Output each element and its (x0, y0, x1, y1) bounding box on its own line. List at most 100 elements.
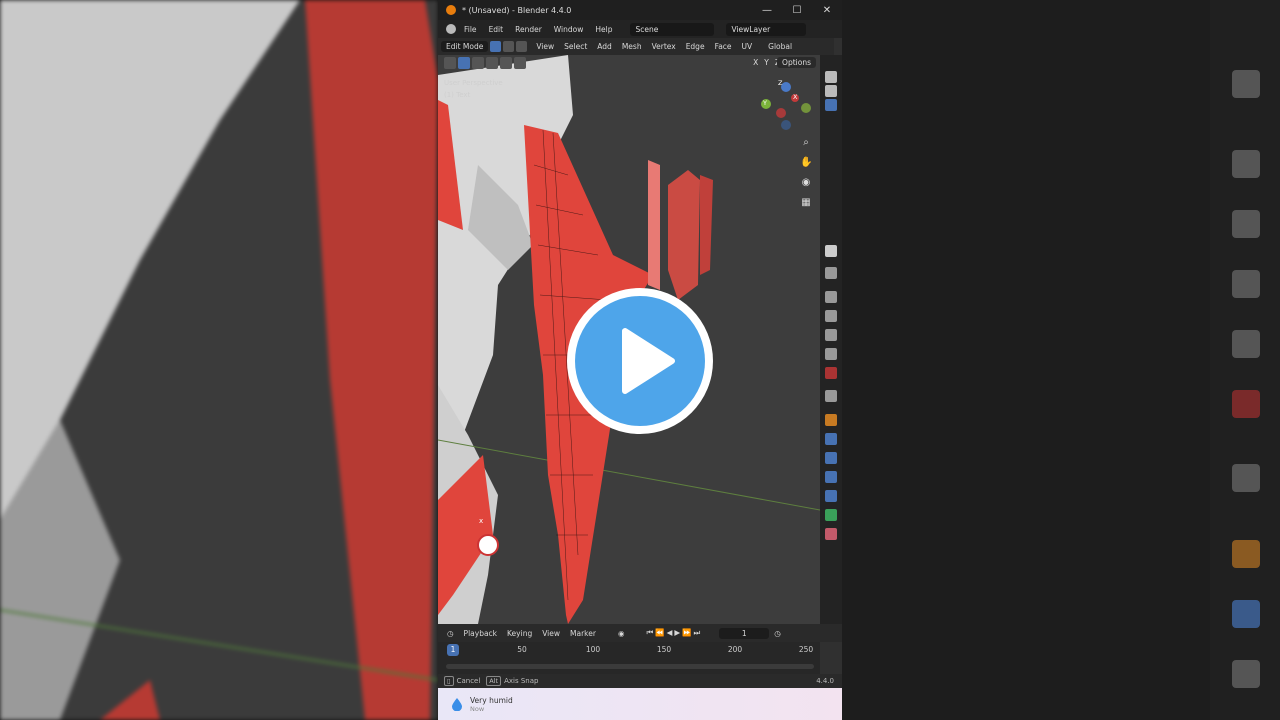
timeline-tick: 200 (727, 645, 743, 654)
face-select-icon[interactable] (516, 41, 528, 52)
vertex-select-icon[interactable] (490, 41, 502, 52)
select-box-icon[interactable] (458, 57, 470, 69)
menu-file[interactable]: File (458, 25, 483, 34)
tool-settings-icon[interactable] (825, 267, 837, 279)
world-properties-icon[interactable] (825, 367, 837, 379)
material-properties-icon[interactable] (825, 528, 837, 540)
blender-menu-icon[interactable] (446, 24, 456, 34)
camera-view-icon[interactable]: ◉ (800, 177, 812, 189)
view-layer-selector[interactable]: ViewLayer (726, 22, 807, 36)
render-properties-icon[interactable] (825, 291, 837, 303)
constraints-properties-icon[interactable] (825, 490, 837, 502)
minimize-button[interactable]: — (752, 5, 782, 16)
timeline-scrollbar[interactable] (446, 664, 814, 669)
notification-title: Very humid (470, 695, 513, 705)
weather-notification[interactable]: Very humid Now (438, 688, 842, 720)
transform-orientation-dropdown[interactable]: Global (763, 42, 797, 51)
scene-label: Scene (635, 24, 659, 34)
status-bar: ▯ Cancel Alt Axis Snap 4.4.0 (438, 674, 842, 688)
select-invert-icon[interactable] (500, 57, 512, 69)
auto-keying-icon[interactable]: ◉ (613, 629, 630, 638)
maximize-button[interactable]: ☐ (782, 5, 812, 16)
gizmo-x-label: X (793, 93, 798, 101)
view-layer-properties-icon[interactable] (825, 329, 837, 341)
render-icon (1232, 150, 1260, 178)
status-cancel: Cancel (456, 677, 481, 685)
menu-uv[interactable]: UV (737, 42, 758, 51)
menu-window[interactable]: Window (548, 25, 590, 34)
menu-mesh[interactable]: Mesh (617, 42, 647, 51)
title-bar: * (Unsaved) - Blender 4.4.0 — ☐ ✕ (438, 0, 842, 20)
output-icon (1232, 210, 1260, 238)
select-tool-icon[interactable] (444, 57, 456, 69)
mouse-key-icon: ▯ (444, 676, 454, 686)
view-layer-icon (1232, 270, 1260, 298)
screen: * (Unsaved) - Blender 4.4.0 — ☐ ✕ File E… (0, 0, 1280, 720)
collection-properties-icon[interactable] (825, 390, 837, 402)
menu-vertex[interactable]: Vertex (647, 42, 681, 51)
physics-properties-icon[interactable] (825, 471, 837, 483)
timeline-tick: 250 (798, 645, 814, 654)
camera-icon[interactable] (825, 71, 837, 83)
timeline-tick: 150 (656, 645, 672, 654)
play-button-circle (575, 296, 705, 426)
properties-toggle-icon[interactable] (825, 245, 837, 257)
gizmo-z-label: Z (778, 79, 783, 87)
display-icon[interactable] (825, 99, 837, 111)
menu-face[interactable]: Face (710, 42, 737, 51)
data-properties-icon[interactable] (825, 509, 837, 521)
scene-icon (1232, 330, 1260, 358)
view-layer-label: ViewLayer (731, 24, 771, 34)
video-play-button[interactable] (567, 288, 713, 434)
close-button[interactable]: ✕ (812, 5, 842, 16)
menu-timeline-view[interactable]: View (537, 629, 565, 638)
zoom-icon[interactable]: ⌕ (800, 137, 812, 149)
modifier-wrench-icon (1232, 600, 1260, 628)
playhead-frame-marker[interactable]: 1 (447, 644, 459, 656)
select-subtract-icon[interactable] (486, 57, 498, 69)
status-alt-key: Alt (486, 676, 502, 686)
current-frame-field[interactable]: 1 (719, 627, 770, 639)
scene-selector[interactable]: Scene (630, 22, 715, 36)
object-properties-icon[interactable] (825, 414, 837, 426)
menu-view[interactable]: View (531, 42, 559, 51)
output-properties-icon[interactable] (825, 310, 837, 322)
edge-select-icon[interactable] (503, 41, 515, 52)
background-left-blur (0, 0, 438, 720)
menu-playback[interactable]: Playback (459, 629, 502, 638)
menu-help[interactable]: Help (589, 25, 618, 34)
particle-properties-icon[interactable] (825, 452, 837, 464)
menu-edge[interactable]: Edge (681, 42, 710, 51)
background-left-art (0, 0, 438, 720)
perspective-grid-icon[interactable]: ▦ (800, 197, 812, 209)
mirror-y-toggle[interactable]: Y (764, 58, 769, 67)
world-icon (1232, 390, 1260, 418)
stopwatch-icon[interactable]: ◷ (769, 629, 786, 638)
pan-hand-icon[interactable]: ✋ (800, 157, 812, 169)
mirror-x-toggle[interactable]: X (753, 58, 758, 67)
menu-select[interactable]: Select (559, 42, 592, 51)
status-version: 4.4.0 (816, 677, 834, 685)
viewport-header: Edit Mode View Select Add Mesh Vertex Ed… (438, 38, 834, 55)
menu-keying[interactable]: Keying (502, 629, 537, 638)
options-dropdown[interactable]: Options (777, 57, 816, 68)
blender-logo-icon (446, 5, 456, 15)
scene-properties-icon[interactable] (825, 348, 837, 360)
render-camera-icon[interactable] (825, 85, 837, 97)
select-intersect-icon[interactable] (514, 57, 526, 69)
perspective-label: User Perspective (444, 79, 503, 87)
modifier-properties-icon[interactable] (825, 433, 837, 445)
top-menu-bar: File Edit Render Window Help Scene ViewL… (438, 20, 842, 38)
menu-edit[interactable]: Edit (483, 25, 510, 34)
menu-add[interactable]: Add (592, 42, 617, 51)
playback-controls-icon[interactable]: ⏮⏪◀▶⏩⏭ (642, 628, 708, 638)
timeline-area[interactable]: 1 50 100 150 200 250 (438, 642, 820, 674)
select-extend-icon[interactable] (472, 57, 484, 69)
menu-render[interactable]: Render (509, 25, 548, 34)
mode-dropdown[interactable]: Edit Mode (441, 41, 489, 52)
menu-marker[interactable]: Marker (565, 629, 601, 638)
play-icon (622, 328, 675, 394)
object-icon (1232, 540, 1260, 568)
selection-tool-row (444, 57, 526, 69)
editor-type-clock-icon[interactable]: ◷ (442, 629, 459, 638)
